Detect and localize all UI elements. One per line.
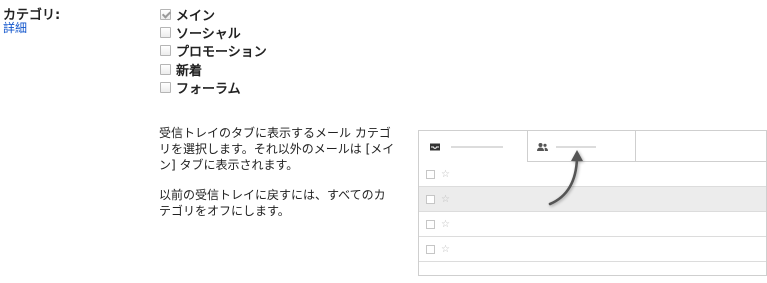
preview-tab-social [527,131,636,161]
option-label: 新着 [176,63,203,79]
description-paragraph-2: 以前の受信トレイに戻すには、すべてのカテゴリをオフにします。 [159,188,386,218]
preview-row: ☆ [419,237,766,262]
preview-message-list: ☆ ☆ ☆ ☆ [419,162,766,262]
inbox-preview-illustration: ☆ ☆ ☆ ☆ [418,130,767,276]
promotions-checkbox[interactable] [160,45,171,57]
option-label: フォーラム [176,82,241,98]
updates-checkbox[interactable] [160,63,171,75]
details-link[interactable]: 詳細 [3,19,27,36]
social-checkbox[interactable] [160,27,171,39]
row-checkbox [426,194,435,204]
preview-tab-bar [419,131,766,162]
option-main: メイン [160,5,267,24]
main-checkbox[interactable] [160,8,171,20]
option-updates: 新着 [160,60,267,79]
star-icon: ☆ [441,218,450,230]
people-icon [537,143,548,151]
option-promotions: プロモーション [160,42,267,60]
category-options: メイン ソーシャル プロモーション 新着 フォーラム [160,5,267,97]
option-label: ソーシャル [176,27,241,43]
row-checkbox [426,219,435,229]
forums-checkbox[interactable] [160,82,171,94]
row-checkbox [426,244,435,254]
preview-row: ☆ [419,187,766,212]
row-checkbox [426,169,435,179]
option-label: メイン [176,8,216,24]
tab-placeholder-bar [451,146,503,148]
category-description: 受信トレイのタブに表示するメール カテゴリを選択します。それ以外のメールは [メ… [159,125,395,219]
star-icon: ☆ [441,168,450,180]
option-label: プロモーション [176,45,267,61]
star-icon: ☆ [441,193,450,205]
option-forums: フォーラム [160,79,267,97]
preview-tab-primary [419,131,527,162]
preview-row: ☆ [419,212,766,237]
star-icon: ☆ [441,243,450,255]
tab-placeholder-bar [556,146,596,148]
inbox-icon [430,143,440,151]
description-paragraph-1: 受信トレイのタブに表示するメール カテゴリを選択します。それ以外のメールは [メ… [159,126,395,172]
preview-row: ☆ [419,162,766,187]
option-social: ソーシャル [160,23,267,43]
